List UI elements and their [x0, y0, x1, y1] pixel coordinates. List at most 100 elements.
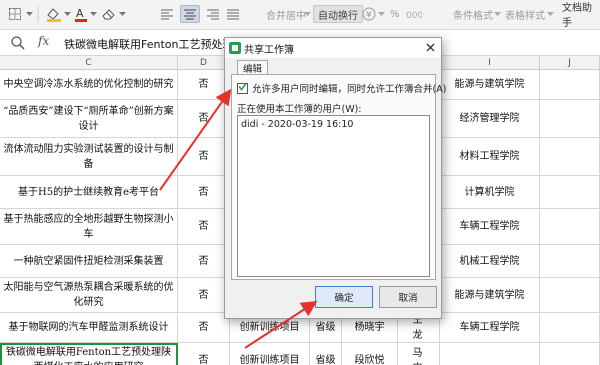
- separator: [37, 5, 39, 23]
- cell-flag[interactable]: 否: [178, 343, 230, 365]
- cell-college[interactable]: 能源与建筑学院: [440, 70, 540, 99]
- cell-flag[interactable]: 否: [178, 245, 230, 277]
- cell-college[interactable]: 车辆工程学院: [440, 313, 540, 342]
- wrap-text-label: 自动换行: [318, 10, 358, 22]
- thousand-separator-button[interactable]: 000: [406, 5, 422, 23]
- cell-college[interactable]: 能源与建筑学院: [440, 278, 540, 312]
- cell-flag[interactable]: 否: [178, 209, 230, 244]
- currency-format-button[interactable]: ¥: [362, 5, 376, 23]
- ok-button[interactable]: 确定: [315, 286, 373, 308]
- conditional-format-dropdown[interactable]: [494, 5, 501, 23]
- cell-extra[interactable]: [540, 343, 600, 365]
- eraser-button[interactable]: [101, 5, 117, 23]
- table-style-label: 表格样式: [505, 10, 545, 22]
- cell-project-name[interactable]: 流体流动阻力实验测试装置的设计与制备: [0, 138, 178, 175]
- align-right-button[interactable]: [206, 5, 220, 23]
- conditional-format-label: 条件格式: [453, 10, 493, 22]
- align-center-icon: [183, 8, 197, 20]
- cell-flag[interactable]: 否: [178, 70, 230, 99]
- cell-extra[interactable]: [540, 138, 600, 175]
- column-header-i[interactable]: I: [440, 56, 540, 70]
- eraser-dropdown[interactable]: [119, 5, 126, 23]
- align-left-button[interactable]: [160, 5, 174, 23]
- cell-project-name[interactable]: 基于H5的护士继续教育e考平台: [0, 176, 178, 208]
- fill-color-dropdown[interactable]: [64, 5, 71, 23]
- cell-college[interactable]: 材料工程学院: [440, 138, 540, 175]
- conditional-format-button[interactable]: 条件格式: [453, 5, 493, 23]
- doc-assistant-button[interactable]: 文档助手: [562, 3, 600, 29]
- cell-extra[interactable]: [540, 176, 600, 208]
- font-color-button[interactable]: A: [74, 5, 88, 23]
- dialog-title: 共享工作簿: [244, 44, 294, 56]
- edit-panel: 允许多用户同时编辑，同时允许工作簿合并(A) 正在使用本工作簿的用户(W): d…: [231, 74, 446, 280]
- allow-multi-user-checkbox[interactable]: [237, 82, 248, 94]
- cell-extra[interactable]: [540, 245, 600, 277]
- column-header-d[interactable]: D: [178, 56, 230, 70]
- checkmark-icon: [238, 82, 247, 94]
- cell-project-name[interactable]: 一种航空紧固件扭矩检测采集装置: [0, 245, 178, 277]
- cell-college[interactable]: 经济管理学院: [440, 100, 540, 137]
- cell-college[interactable]: 计算机学院: [440, 176, 540, 208]
- merge-center-label: 合并居中: [266, 10, 306, 22]
- cell-advisor[interactable]: 马宁: [398, 343, 440, 365]
- cell-flag[interactable]: 否: [178, 176, 230, 208]
- merge-dropdown[interactable]: [304, 5, 311, 23]
- cell-extra[interactable]: [540, 70, 600, 99]
- allow-multi-user-label: 允许多用户同时编辑，同时允许工作簿合并(A): [252, 84, 447, 95]
- cell-flag[interactable]: 否: [178, 278, 230, 312]
- font-color-icon: A: [74, 6, 88, 22]
- table-row-selected: 铁碳微电解联用Fenton工艺预处理陕西煤化工废水的应用研究 否 创新训练项目 …: [0, 343, 600, 365]
- cell-project-name[interactable]: “品质西安”建设下“厕所革命”创新方案设计: [0, 100, 178, 137]
- cell-flag[interactable]: 否: [178, 313, 230, 342]
- table-style-button[interactable]: 表格样式: [505, 5, 545, 23]
- cell-college[interactable]: [440, 343, 540, 365]
- users-listbox[interactable]: didi - 2020-03-19 16:10: [237, 115, 430, 277]
- distributed-align-button[interactable]: [226, 5, 240, 23]
- allow-multi-user-option[interactable]: 允许多用户同时编辑，同时允许工作簿合并(A): [237, 81, 446, 95]
- font-color-dropdown[interactable]: [90, 5, 97, 23]
- percent-label: %: [390, 8, 400, 20]
- cell-flag[interactable]: 否: [178, 100, 230, 137]
- tab-edit[interactable]: 编辑: [237, 60, 269, 75]
- cell-project-name[interactable]: 太阳能与空气源热泵耦合采暖系统的优化研究: [0, 278, 178, 312]
- column-header-c[interactable]: C: [0, 56, 178, 70]
- cell-college[interactable]: 机械工程学院: [440, 245, 540, 277]
- border-dropdown[interactable]: [26, 5, 33, 23]
- close-button[interactable]: [422, 40, 438, 56]
- fill-color-button[interactable]: [45, 5, 63, 23]
- percent-format-button[interactable]: %: [390, 5, 400, 23]
- cell-flag[interactable]: 否: [178, 138, 230, 175]
- fx-label[interactable]: fx: [38, 34, 49, 48]
- cell-project-name[interactable]: 基于热能感应的全地形越野生物探测小车: [0, 209, 178, 244]
- svg-text:000: 000: [406, 11, 422, 20]
- zoom-icon[interactable]: [10, 35, 26, 51]
- column-header-j[interactable]: J: [540, 56, 600, 70]
- cell-project-name[interactable]: 基于物联网的汽车甲醛监测系统设计: [0, 313, 178, 342]
- svg-text:A: A: [76, 7, 84, 20]
- merge-center-button[interactable]: 合并居中: [266, 5, 306, 23]
- cancel-button[interactable]: 取消: [379, 286, 437, 308]
- close-icon: [426, 42, 435, 55]
- dialog-title-bar[interactable]: 共享工作簿: [225, 38, 441, 58]
- align-center-button[interactable]: [180, 5, 200, 23]
- currency-icon: ¥: [362, 7, 376, 21]
- cell-project-type[interactable]: 创新训练项目: [230, 343, 310, 365]
- cell-extra[interactable]: [540, 209, 600, 244]
- table-style-dropdown[interactable]: [547, 5, 554, 23]
- list-item[interactable]: didi - 2020-03-19 16:10: [241, 119, 426, 130]
- cell-project-name[interactable]: 中央空调冷冻水系统的优化控制的研究: [0, 70, 178, 99]
- wrap-text-button[interactable]: 自动换行: [313, 5, 363, 23]
- cell-project-name[interactable]: 铁碳微电解联用Fenton工艺预处理陕西煤化工废水的应用研究: [0, 343, 178, 365]
- border-button[interactable]: [8, 5, 22, 23]
- currency-dropdown[interactable]: [378, 5, 385, 23]
- cell-college[interactable]: 车辆工程学院: [440, 209, 540, 244]
- cell-level[interactable]: 省级: [310, 343, 342, 365]
- cell-extra[interactable]: [540, 278, 600, 312]
- cell-extra[interactable]: [540, 313, 600, 342]
- chevron-down-icon: [26, 11, 33, 17]
- excel-app-icon: [229, 42, 241, 54]
- thousand-separator-icon: 000: [406, 8, 422, 20]
- cell-extra[interactable]: [540, 100, 600, 137]
- svg-text:¥: ¥: [366, 11, 372, 21]
- cell-leader[interactable]: 段欣悦: [342, 343, 398, 365]
